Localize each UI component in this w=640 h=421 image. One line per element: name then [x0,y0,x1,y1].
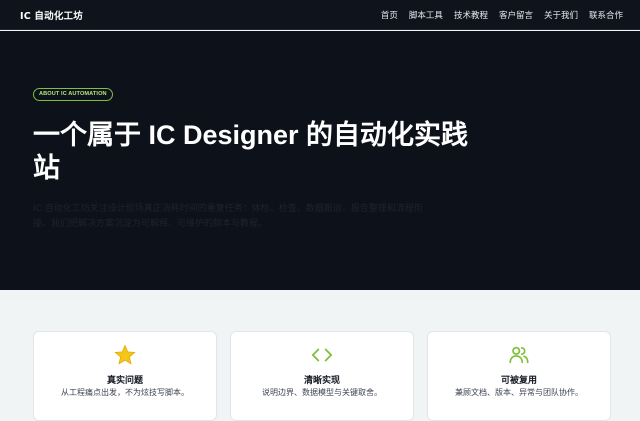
card-subtitle: 说明边界、数据模型与关键取舍。 [262,388,382,397]
nav-about-us[interactable]: 关于我们 [544,9,578,21]
star-icon [114,344,136,365]
card-subtitle: 兼顾文档、版本、异常与团队协作。 [455,388,583,397]
nav-home[interactable]: 首页 [381,9,398,21]
feature-card-clear-implementation: 清晰实现 说明边界、数据模型与关键取舍。 [230,331,414,421]
about-badge: ABOUT IC AUTOMATION [33,88,113,101]
card-title: 清晰实现 [303,376,340,386]
nav-tutorials[interactable]: 技术教程 [454,9,488,21]
nav-script-tools[interactable]: 脚本工具 [409,9,443,21]
nav-customer-messages[interactable]: 客户留言 [499,9,533,21]
feature-card-reusable: 可被复用 兼顾文档、版本、异常与团队协作。 [427,331,611,421]
main-nav: 首页 脚本工具 技术教程 客户留言 关于我们 联系合作 [381,9,623,21]
hero-section: ABOUT IC AUTOMATION 一个属于 IC Designer 的自动… [0,31,640,290]
feature-card-real-problems: 真实问题 从工程痛点出发，不为炫技写脚本。 [33,331,217,421]
hero-title: 一个属于 IC Designer 的自动化实践站 [33,120,469,183]
card-title: 真实问题 [106,376,143,386]
top-header: IC 自动化工坊 首页 脚本工具 技术教程 客户留言 关于我们 联系合作 [0,0,640,30]
users-icon [509,346,529,364]
brand-logo[interactable]: IC 自动化工坊 [20,8,83,22]
nav-contact[interactable]: 联系合作 [589,9,623,21]
card-title: 可被复用 [500,376,537,386]
card-subtitle: 从工程痛点出发，不为炫技写脚本。 [61,388,189,397]
hero-description: IC 自动化工坊关注设计现场真正消耗时间的重复任务：体检、检查、数据搬运、报告整… [33,204,423,229]
feature-cards: 真实问题 从工程痛点出发，不为炫技写脚本。 清晰实现 说明边界、数据模型与关键取… [0,290,640,421]
code-icon [311,348,333,362]
